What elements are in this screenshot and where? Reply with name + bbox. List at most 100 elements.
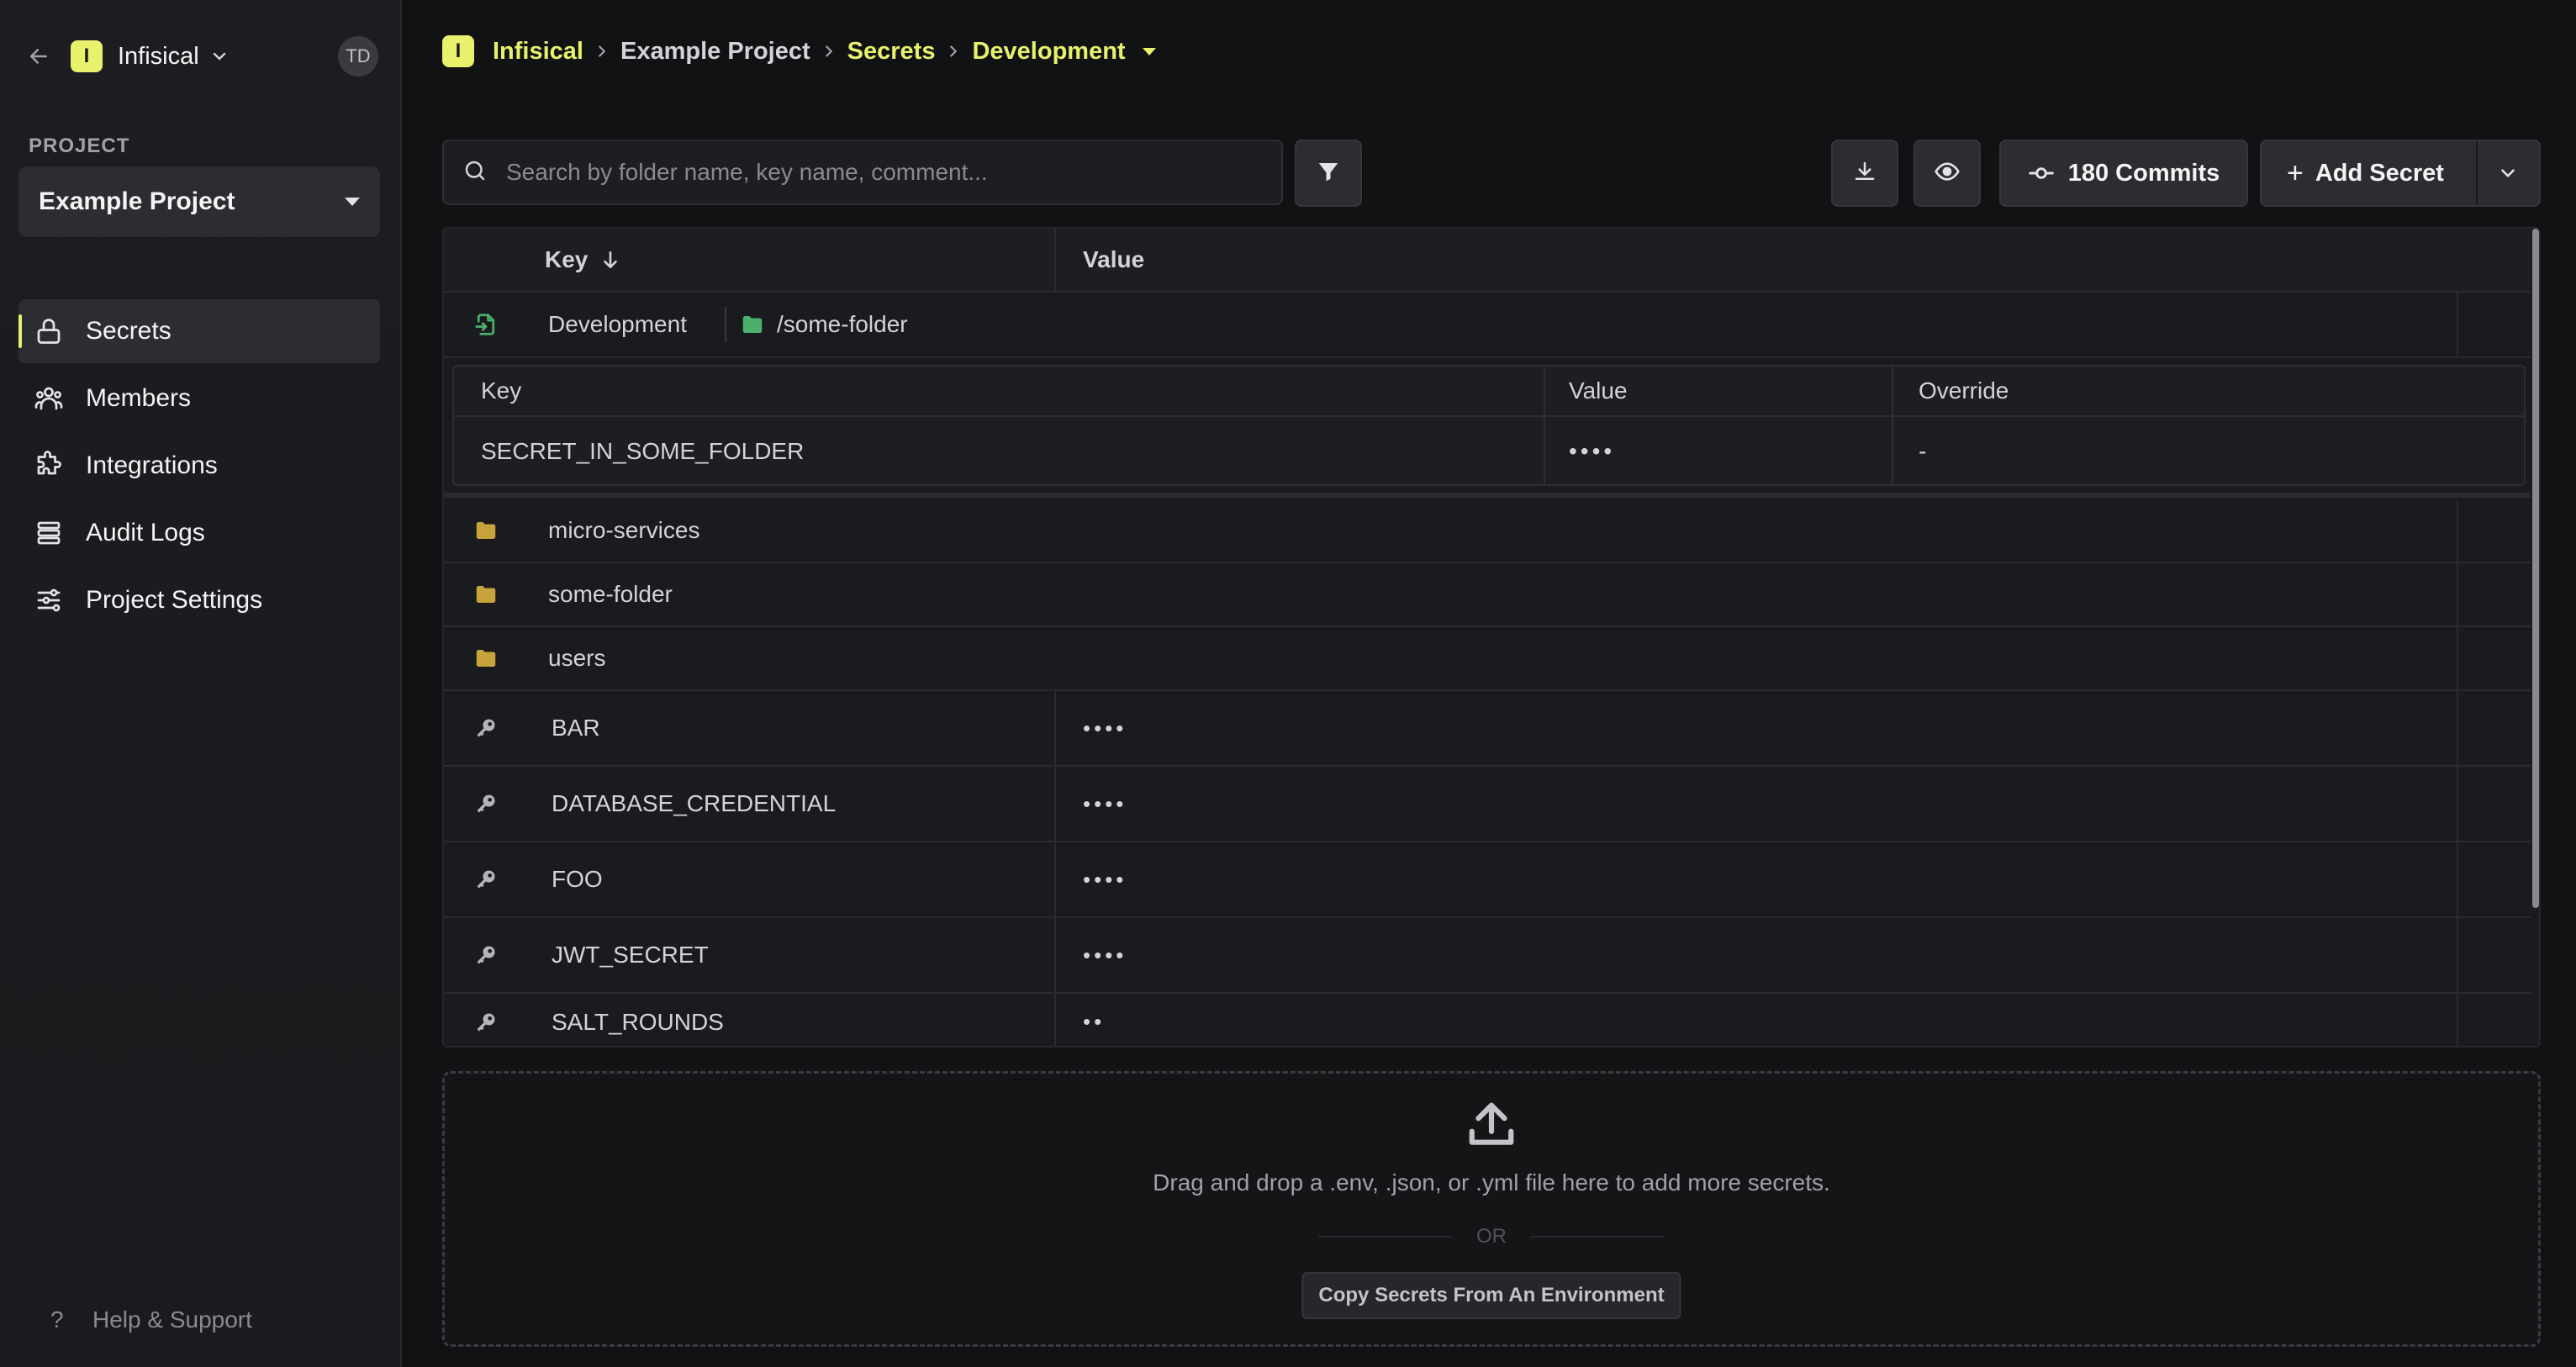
folder-name: micro-services bbox=[548, 517, 700, 543]
sidebar-item-label: Integrations bbox=[86, 451, 218, 479]
secret-row[interactable]: JWT_SECRET •••• bbox=[444, 918, 2531, 994]
project-label: PROJECT bbox=[29, 135, 130, 157]
chevron-down-icon bbox=[2501, 169, 2515, 177]
folder-icon bbox=[469, 641, 503, 675]
list-icon bbox=[30, 515, 67, 552]
help-support-link[interactable]: ? Help & Support bbox=[50, 1306, 252, 1333]
copy-secrets-button[interactable]: Copy Secrets From An Environment bbox=[1301, 1272, 1681, 1319]
search-icon bbox=[462, 158, 488, 187]
secret-import-row[interactable]: Development /some-folder bbox=[444, 293, 2531, 358]
chevron-right-icon bbox=[935, 42, 972, 61]
secret-key[interactable]: DATABASE_CREDENTIAL bbox=[552, 790, 836, 817]
or-divider: OR bbox=[1295, 1225, 1688, 1248]
environment-label: Development bbox=[972, 37, 1126, 65]
import-path-label: /some-folder bbox=[777, 311, 908, 337]
column-divider bbox=[2457, 842, 2458, 916]
chevron-down-icon[interactable] bbox=[209, 45, 231, 67]
imported-secret-value: •••• bbox=[1569, 438, 1616, 464]
scrollbar[interactable] bbox=[2532, 229, 2539, 908]
breadcrumb-section[interactable]: Secrets bbox=[847, 38, 936, 66]
column-divider bbox=[2457, 627, 2458, 689]
sidebar-item-label: Secrets bbox=[86, 317, 172, 345]
avatar[interactable]: TD bbox=[338, 36, 378, 77]
sidebar-item-integrations[interactable]: Integrations bbox=[18, 434, 380, 498]
sidebar-nav: Secrets Members Integrations Audit Logs … bbox=[18, 299, 380, 636]
search-box bbox=[442, 140, 1283, 205]
key-icon bbox=[469, 787, 503, 821]
commits-button[interactable]: 180 Commits bbox=[1999, 140, 2248, 207]
column-divider bbox=[1054, 994, 1056, 1046]
sidebar-item-audit-logs[interactable]: Audit Logs bbox=[18, 501, 380, 565]
import-environment: Development bbox=[548, 311, 687, 337]
folder-icon bbox=[469, 578, 503, 611]
reveal-values-button[interactable] bbox=[1914, 140, 1981, 207]
secret-row[interactable]: DATABASE_CREDENTIAL •••• bbox=[444, 767, 2531, 842]
secret-value[interactable]: •••• bbox=[1083, 867, 1127, 893]
secret-row[interactable]: SALT_ROUNDS •• bbox=[444, 994, 2531, 1046]
users-icon bbox=[30, 380, 67, 417]
environment-dropdown[interactable]: Development bbox=[972, 37, 1156, 66]
column-divider bbox=[1054, 842, 1056, 916]
sidebar-item-members[interactable]: Members bbox=[18, 367, 380, 430]
key-icon bbox=[469, 711, 503, 745]
caret-down-icon bbox=[345, 198, 360, 206]
breadcrumb-project[interactable]: Example Project bbox=[620, 38, 810, 66]
org-logo: I bbox=[442, 35, 474, 67]
column-divider bbox=[2457, 994, 2458, 1046]
caret-down-icon bbox=[1142, 47, 1156, 55]
column-divider bbox=[1054, 691, 1056, 765]
divider bbox=[1318, 1236, 1453, 1238]
key-icon bbox=[469, 938, 503, 972]
imported-secrets-header: Key Value Override bbox=[454, 367, 2524, 417]
folder-icon bbox=[469, 514, 503, 547]
folder-icon bbox=[742, 316, 763, 333]
sidebar-item-secrets[interactable]: Secrets bbox=[18, 299, 380, 363]
key-icon bbox=[469, 1005, 503, 1039]
add-secret-button-group: + Add Secret bbox=[2260, 140, 2541, 207]
secret-row[interactable]: BAR •••• bbox=[444, 691, 2531, 767]
file-dropzone[interactable]: Drag and drop a .env, .json, or .yml fil… bbox=[442, 1071, 2541, 1347]
secret-value[interactable]: •••• bbox=[1083, 715, 1127, 742]
filter-icon bbox=[1316, 159, 1341, 188]
toolbar: 180 Commits + Add Secret bbox=[442, 138, 2541, 207]
download-button[interactable] bbox=[1831, 140, 1898, 207]
column-divider bbox=[2457, 563, 2458, 625]
folder-row[interactable]: some-folder bbox=[444, 563, 2531, 627]
column-divider bbox=[1892, 417, 1893, 486]
folder-row[interactable]: micro-services bbox=[444, 499, 2531, 563]
secret-value[interactable]: •• bbox=[1083, 1009, 1105, 1035]
help-label: Help & Support bbox=[92, 1306, 252, 1333]
secret-key[interactable]: JWT_SECRET bbox=[552, 942, 709, 969]
add-secret-button[interactable]: + Add Secret bbox=[2262, 141, 2476, 205]
column-header-key[interactable]: Key bbox=[545, 246, 621, 273]
imported-secrets-table: Key Value Override SECRET_IN_SOME_FOLDER… bbox=[452, 365, 2526, 486]
folder-row[interactable]: users bbox=[444, 627, 2531, 691]
secret-value[interactable]: •••• bbox=[1083, 942, 1127, 969]
org-name[interactable]: Infisical bbox=[118, 43, 199, 71]
imported-secret-key: SECRET_IN_SOME_FOLDER bbox=[481, 438, 805, 464]
add-secret-menu-button[interactable] bbox=[2475, 141, 2540, 205]
secret-key[interactable]: BAR bbox=[552, 715, 600, 742]
secret-row[interactable]: FOO •••• bbox=[444, 842, 2531, 918]
sidebar-item-project-settings[interactable]: Project Settings bbox=[18, 568, 380, 632]
breadcrumb-org[interactable]: Infisical bbox=[493, 38, 583, 66]
column-divider bbox=[2457, 499, 2458, 562]
org-row: I Infisical TD bbox=[22, 34, 378, 79]
commit-icon bbox=[2028, 167, 2054, 179]
secret-key[interactable]: FOO bbox=[552, 866, 603, 893]
search-input[interactable] bbox=[506, 159, 1263, 186]
column-divider bbox=[1544, 417, 1545, 486]
column-header-key-label: Key bbox=[545, 246, 589, 272]
filter-button[interactable] bbox=[1295, 140, 1362, 207]
imported-secret-row: SECRET_IN_SOME_FOLDER •••• - bbox=[454, 417, 2524, 486]
column-divider bbox=[2457, 767, 2458, 841]
project-select[interactable]: Example Project bbox=[18, 166, 380, 237]
imported-secret-override: - bbox=[1919, 438, 1927, 464]
upload-icon bbox=[1465, 1099, 1518, 1155]
file-import-icon bbox=[469, 308, 503, 341]
divider bbox=[444, 493, 2531, 498]
secret-key[interactable]: SALT_ROUNDS bbox=[552, 1009, 724, 1036]
sub-header-value: Value bbox=[1569, 377, 1628, 404]
secret-value[interactable]: •••• bbox=[1083, 791, 1127, 817]
arrow-left-icon[interactable] bbox=[22, 40, 55, 73]
